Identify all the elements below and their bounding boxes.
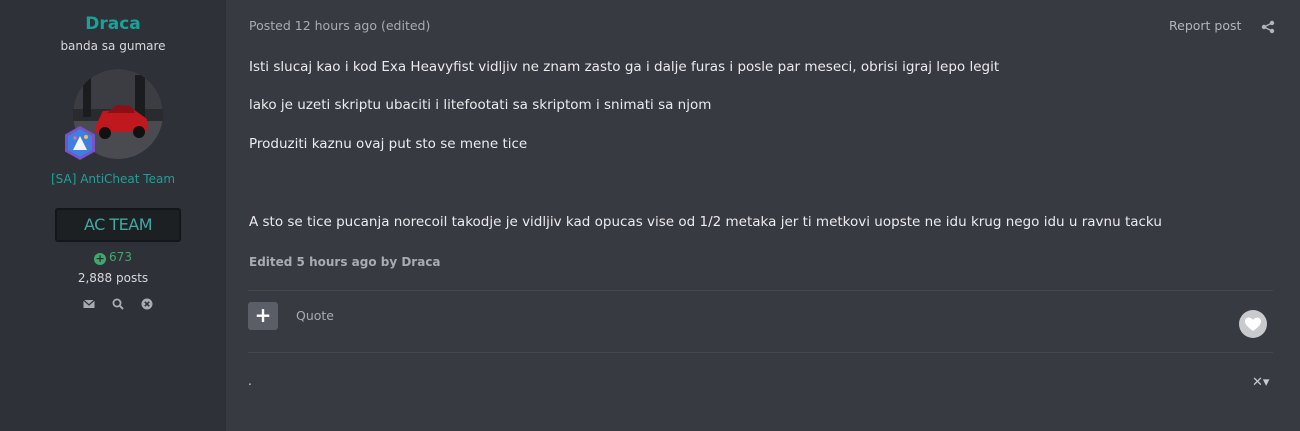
- report-post-link[interactable]: Report post: [1169, 18, 1241, 33]
- author-panel: Draca banda sa gumare [SA] AntiCheat Tea…: [0, 0, 226, 431]
- ignore-icon[interactable]: [140, 296, 154, 310]
- rank-badge-icon[interactable]: [62, 125, 98, 161]
- like-heart-icon[interactable]: [1239, 310, 1267, 338]
- reputation: +673: [0, 250, 226, 265]
- multiquote-button[interactable]: +: [248, 302, 278, 330]
- divider: [248, 352, 1273, 353]
- post-paragraph: lako je uzeti skriptu ubaciti i litefoot…: [249, 97, 712, 113]
- close-menu-icon[interactable]: ✕▾: [1252, 376, 1276, 390]
- author-group: [SA] AntiCheat Team: [50, 172, 176, 186]
- post-timestamp[interactable]: Posted 12 hours ago (edited): [249, 18, 430, 33]
- quote-button[interactable]: Quote: [296, 308, 334, 323]
- post-paragraph: Isti slucaj kao i kod Exa Heavyfist vidl…: [249, 59, 1000, 75]
- post-paragraph: Produziti kaznu ovaj put sto se mene tic…: [249, 136, 528, 152]
- search-icon[interactable]: [111, 296, 125, 310]
- forum-post: Draca banda sa gumare [SA] AntiCheat Tea…: [0, 0, 1300, 431]
- author-name[interactable]: Draca: [0, 14, 226, 34]
- plus-circle-icon: +: [94, 252, 107, 265]
- reply-stub: .: [248, 374, 252, 388]
- edited-note: Edited 5 hours ago by Draca: [249, 255, 441, 269]
- divider: [248, 290, 1273, 291]
- author-title: banda sa gumare: [60, 39, 166, 53]
- post-count: 2,888 posts: [77, 271, 149, 285]
- post-paragraph: A sto se tice pucanja norecoil takodje j…: [249, 214, 1162, 230]
- envelope-icon[interactable]: [82, 296, 96, 310]
- group-badge: AC TEAM: [55, 208, 181, 242]
- reputation-value: 673: [109, 250, 132, 264]
- share-icon[interactable]: [1261, 19, 1275, 34]
- author-actions: [82, 296, 154, 310]
